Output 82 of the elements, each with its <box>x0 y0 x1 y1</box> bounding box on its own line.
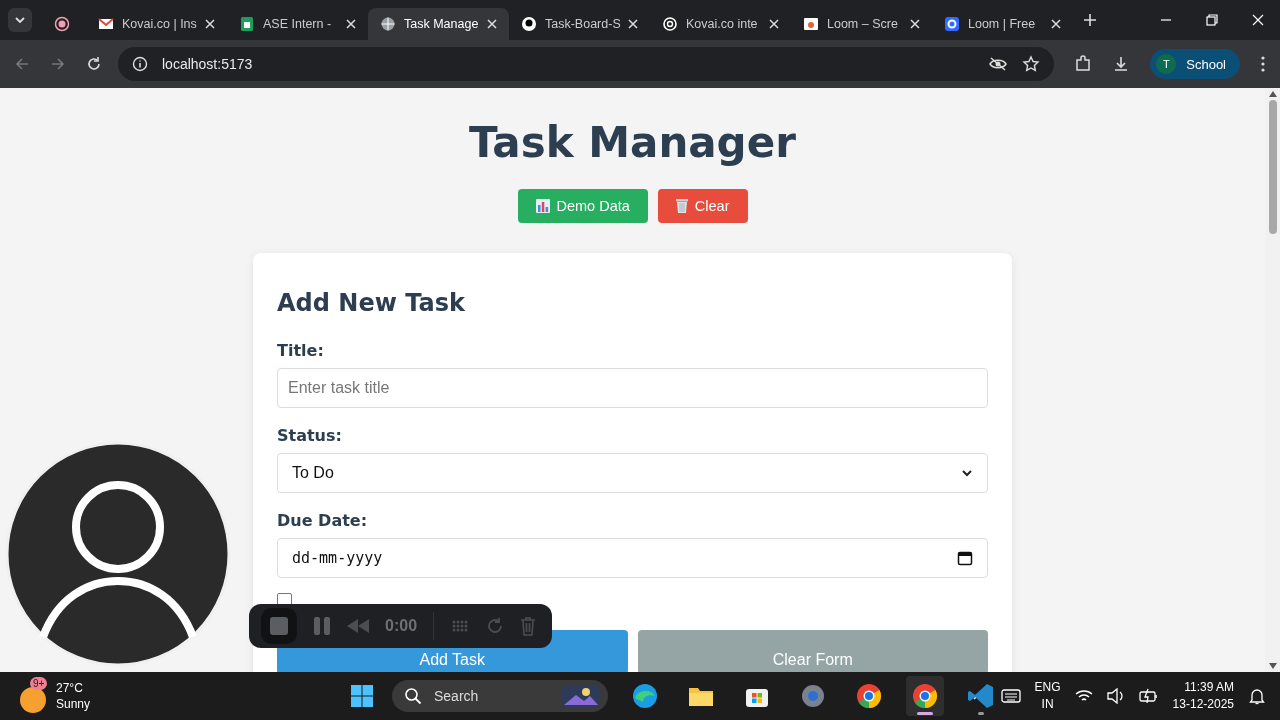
pause-icon[interactable] <box>313 616 331 636</box>
star-icon[interactable] <box>1022 55 1041 73</box>
tab-title: Kovai.co | Ins <box>122 17 197 31</box>
info-icon[interactable] <box>132 56 148 72</box>
field-label: Due Date: <box>277 511 369 530</box>
date-input[interactable]: dd-mm-yyyy <box>277 538 988 578</box>
bell-icon[interactable] <box>1248 687 1266 705</box>
tab-list-button[interactable] <box>8 8 32 32</box>
menu-icon[interactable] <box>1260 55 1266 73</box>
tab-title: ASE Intern - <box>263 17 333 31</box>
battery-icon[interactable] <box>1138 688 1159 704</box>
forward-icon[interactable] <box>50 56 66 72</box>
spreadsheet-icon <box>239 16 255 32</box>
gear-icon <box>944 16 960 32</box>
tab-title: Loom – Scre <box>827 17 899 31</box>
envelope-icon <box>98 16 114 32</box>
close-icon[interactable] <box>346 19 356 29</box>
browser-tab[interactable]: Task-Board-S <box>509 8 650 40</box>
browser-tab[interactable]: Kovai.co | Ins <box>86 8 227 40</box>
tab-title: Loom | Free <box>968 17 1037 31</box>
restore-icon[interactable] <box>1206 14 1218 26</box>
field-label: Title: <box>277 341 325 360</box>
clock[interactable]: 11:39 AM 13-12-2025 <box>1172 679 1234 713</box>
clock-date: 13-12-2025 <box>1172 696 1234 713</box>
tab-title: Task Manage <box>404 17 479 31</box>
sun-icon <box>20 687 46 713</box>
url-text: localhost:5173 <box>162 56 253 72</box>
close-icon[interactable] <box>628 19 638 29</box>
close-icon[interactable] <box>910 19 920 29</box>
tab-title: Kovai.co inte <box>686 17 759 31</box>
browser-tab[interactable]: Task Manage <box>368 8 509 40</box>
tab-title: Task-Board-S <box>545 17 620 31</box>
speaker-icon[interactable] <box>1106 688 1125 704</box>
caret-icon <box>961 467 973 479</box>
browser-tab[interactable]: Kovai.co inte <box>650 8 791 40</box>
form-heading: Add New Task <box>277 289 466 317</box>
page-title: Task Manager <box>469 118 796 167</box>
new-tab-icon[interactable] <box>1083 13 1097 27</box>
scroll-down-icon[interactable] <box>1268 663 1277 669</box>
chevron-down-icon <box>14 14 26 26</box>
chrome-app-icon[interactable] <box>906 676 944 716</box>
record-icon <box>54 16 70 32</box>
close-icon[interactable] <box>487 19 497 29</box>
notification-badge: 9+ <box>30 677 48 690</box>
puzzle-icon[interactable] <box>1074 55 1093 73</box>
restart-icon[interactable] <box>486 617 505 635</box>
profile-name: School <box>1186 56 1226 72</box>
bar-chart-icon <box>535 199 550 213</box>
scrollbar-thumb[interactable] <box>1268 100 1277 234</box>
language-indicator[interactable]: ENG IN <box>1034 679 1061 713</box>
clear-button[interactable]: Clear <box>657 189 748 223</box>
search-icon <box>404 687 422 705</box>
region-code: IN <box>1041 696 1054 713</box>
weather-widget[interactable]: 9+ 27°C Sunny <box>0 679 220 713</box>
scroll-up-icon[interactable] <box>1268 91 1277 97</box>
address-bar[interactable]: localhost:5173 <box>118 47 1055 81</box>
profile-button[interactable]: T School <box>1150 49 1240 79</box>
status-select[interactable]: To Do <box>277 453 988 493</box>
taskbar-search[interactable]: Search <box>392 680 608 712</box>
weather-condition: Sunny <box>56 696 91 712</box>
clock-time: 11:39 AM <box>1184 679 1234 696</box>
trash-icon <box>675 199 688 213</box>
profile-avatar: T <box>1156 54 1177 74</box>
temperature: 27°C <box>56 680 84 696</box>
back-icon[interactable] <box>14 56 30 72</box>
reload-icon[interactable] <box>86 56 102 72</box>
close-icon[interactable] <box>205 19 215 29</box>
windows-start-icon[interactable] <box>350 684 374 708</box>
language-code: ENG <box>1034 679 1061 696</box>
keyboard-icon[interactable] <box>1000 689 1021 703</box>
field-label: Status: <box>277 426 343 445</box>
browser-tab[interactable]: Loom – Scre <box>791 8 932 40</box>
browser-tab[interactable]: ASE Intern - <box>227 8 368 40</box>
close-icon[interactable] <box>1051 19 1061 29</box>
globe-icon <box>380 16 396 32</box>
calendar-icon <box>957 550 973 566</box>
search-placeholder: Search <box>434 688 480 704</box>
eye-slash-icon[interactable] <box>988 56 1009 72</box>
wifi-icon[interactable] <box>1074 689 1093 703</box>
title-input[interactable]: Enter task title <box>277 368 988 408</box>
browser-tab[interactable]: Loom | Free <box>932 8 1073 40</box>
close-icon[interactable] <box>769 19 779 29</box>
